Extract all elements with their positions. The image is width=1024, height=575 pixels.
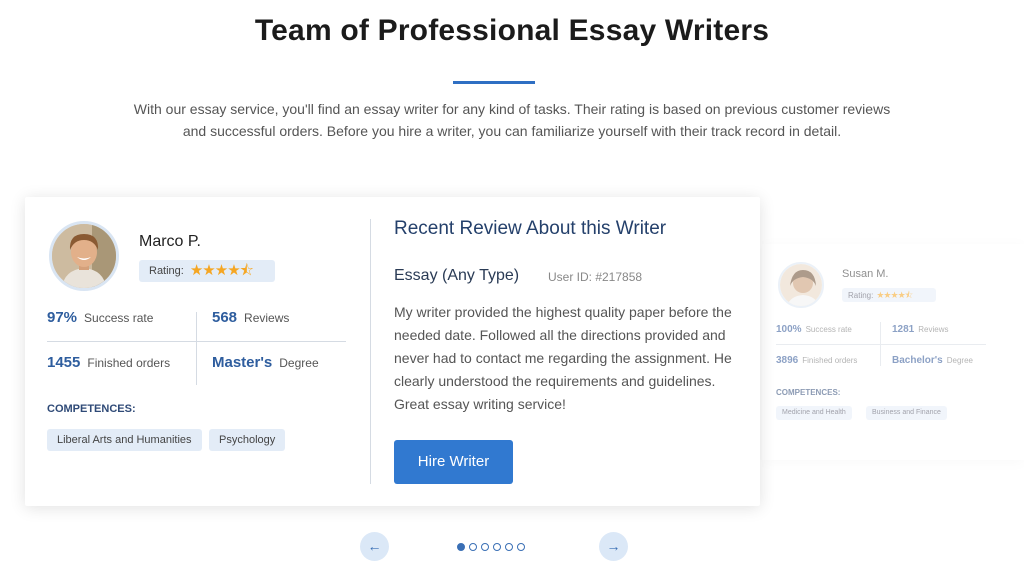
stats-divider [196, 312, 197, 385]
review-user-id: User ID: #217858 [548, 270, 643, 284]
review-heading: Recent Review About this Writer [394, 218, 667, 239]
competence-tag: Psychology [209, 429, 286, 451]
competence-tag: Liberal Arts and Humanities [47, 429, 202, 451]
rating-label: Rating: [149, 265, 184, 277]
carousel-dot[interactable] [457, 543, 465, 551]
degree-stat: Master's Degree [212, 354, 319, 371]
avatar [778, 262, 824, 308]
page-title: Team of Professional Essay Writers [254, 14, 770, 47]
carousel-dot[interactable] [505, 543, 513, 551]
orders-value: 1455 [47, 354, 81, 371]
review-order-type: Essay (Any Type) [394, 267, 520, 284]
degree-label: Degree [279, 356, 319, 370]
writer-card-next[interactable]: Susan M. Rating: ★★★★⯪ 100% Success rate 1… [762, 244, 1024, 460]
avatar [49, 221, 119, 291]
rating-badge: Rating: ★★★★⯪ [139, 260, 275, 282]
prev-arrow-icon[interactable]: ← [360, 532, 389, 561]
next-arrow-icon[interactable]: → [599, 532, 628, 561]
rating-stars: ★★★★⯪ [189, 262, 254, 279]
orders-stat: 3896 Finished orders [776, 355, 858, 366]
carousel-dot[interactable] [517, 543, 525, 551]
writer-name: Susan M. [842, 268, 889, 280]
carousel-dot[interactable] [481, 543, 489, 551]
carousel-dot[interactable] [493, 543, 501, 551]
stats-divider [776, 344, 986, 345]
orders-label: Finished orders [87, 356, 171, 370]
reviews-stat: 568 Reviews [212, 309, 289, 326]
success-rate-stat: 97% Success rate [47, 309, 153, 326]
success-rate-label: Success rate [84, 311, 154, 325]
orders-stat: 1455 Finished orders [47, 354, 170, 371]
review-text: My writer provided the highest quality p… [394, 304, 732, 412]
competences-title: COMPETENCES: [776, 388, 841, 397]
competences-title: COMPETENCES: [47, 403, 136, 415]
hire-writer-button[interactable]: Hire Writer [394, 440, 513, 484]
reviews-label: Reviews [244, 311, 290, 325]
rating-badge: Rating: ★★★★⯪ [842, 288, 936, 302]
rating-label: Rating: [848, 291, 874, 300]
degree-value: Master's [212, 354, 273, 371]
reviews-value: 568 [212, 309, 238, 326]
competence-tag: Business and Finance [866, 406, 947, 420]
carousel-dot[interactable] [469, 543, 477, 551]
stats-divider [47, 341, 346, 342]
writer-card: Marco P. Rating: ★★★★⯪ 97% Success rate 56… [25, 197, 760, 506]
reviews-stat: 1281 Reviews [892, 324, 949, 335]
writer-name: Marco P. [139, 233, 201, 250]
success-rate-value: 97% [47, 309, 78, 326]
card-divider [370, 219, 371, 484]
rating-stars: ★★★★⯪ [876, 290, 913, 300]
title-underline [453, 81, 535, 84]
degree-stat: Bachelor's Degree [892, 355, 973, 366]
competence-tag: Medicine and Health [776, 406, 852, 420]
intro-text: With our essay service, you'll find an e… [133, 101, 891, 139]
success-rate-stat: 100% Success rate [776, 324, 852, 335]
